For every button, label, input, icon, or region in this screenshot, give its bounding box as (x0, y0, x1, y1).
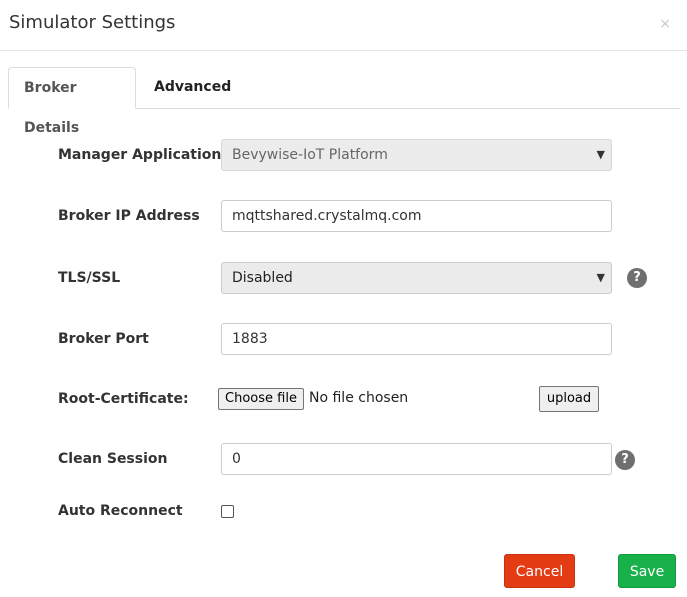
row-root-certificate: Root-Certificate: Choose file No file ch… (0, 382, 687, 416)
modal-header: Simulator Settings × (0, 0, 687, 51)
row-auto-reconnect: Auto Reconnect (0, 494, 687, 528)
auto-reconnect-checkbox[interactable] (221, 505, 234, 518)
manager-applications-select[interactable]: Bevywise-IoT Platform ▼ (221, 139, 612, 171)
broker-port-label: Broker Port (58, 331, 149, 347)
chevron-down-icon: ▼ (596, 271, 605, 284)
tls-ssl-label: TLS/SSL (58, 270, 121, 286)
clean-session-input[interactable]: 0 (221, 443, 612, 475)
close-icon[interactable]: × (659, 16, 671, 32)
manager-applications-value: Bevywise-IoT Platform (232, 147, 388, 163)
auto-reconnect-label: Auto Reconnect (58, 503, 183, 519)
modal-title: Simulator Settings (9, 12, 176, 33)
broker-ip-input[interactable]: mqttshared.crystalmq.com (221, 200, 612, 232)
clean-session-label: Clean Session (58, 451, 168, 467)
save-button[interactable]: Save (618, 554, 676, 588)
help-icon[interactable]: ? (627, 268, 647, 288)
row-clean-session: Clean Session 0 ? (0, 442, 687, 476)
broker-port-input[interactable]: 1883 (221, 323, 612, 355)
broker-ip-label: Broker IP Address (58, 208, 200, 224)
choose-file-button[interactable]: Choose file (218, 388, 304, 410)
file-status-text: No file chosen (309, 390, 409, 406)
tls-ssl-select[interactable]: Disabled ▼ (221, 262, 612, 294)
row-broker-ip: Broker IP Address mqttshared.crystalmq.c… (0, 199, 687, 233)
tab-advanced[interactable]: Advanced (139, 67, 246, 109)
row-tls-ssl: TLS/SSL Disabled ▼ ? (0, 261, 687, 295)
tab-broker-details[interactable]: Broker Details (8, 67, 136, 136)
chevron-down-icon: ▼ (596, 148, 605, 161)
tab-bar: Broker Details Advanced (8, 67, 680, 136)
root-certificate-label: Root-Certificate: (58, 391, 189, 407)
cancel-button[interactable]: Cancel (504, 554, 575, 588)
row-broker-port: Broker Port 1883 (0, 322, 687, 356)
manager-applications-label: Manager Applications (58, 147, 230, 163)
tls-ssl-value: Disabled (232, 270, 293, 286)
upload-button[interactable]: upload (539, 386, 599, 412)
row-manager-applications: Manager Applications Bevywise-IoT Platfo… (0, 138, 687, 172)
help-icon[interactable]: ? (615, 450, 635, 470)
